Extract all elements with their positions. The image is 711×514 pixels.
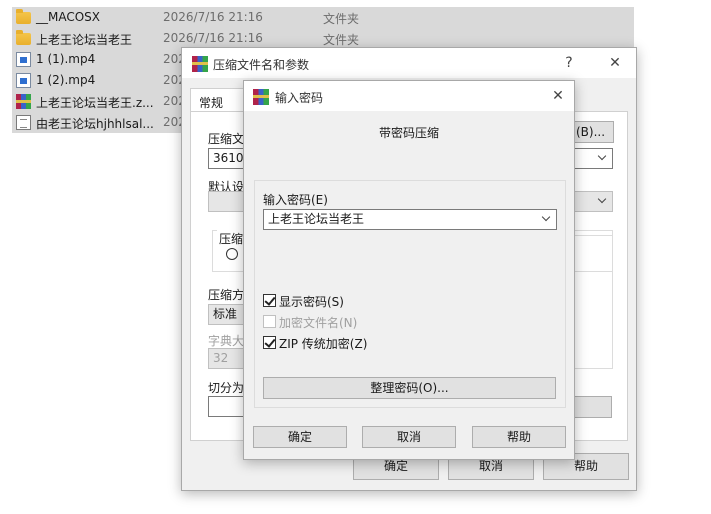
zip-legacy-label: ZIP 传统加密(Z) [279, 337, 368, 351]
tab-general[interactable]: 常规 [190, 88, 250, 112]
file-name: 1 (1).mp4 [36, 52, 96, 66]
video-file-icon [16, 52, 31, 67]
chevron-down-icon[interactable] [540, 212, 552, 226]
file-row[interactable]: 上老王论坛当老王 2026/7/16 21:16 文件夹 [12, 28, 634, 49]
winrar-logo-icon [192, 56, 208, 72]
password-value: 上老王论坛当老王 [268, 212, 365, 226]
file-name: __MACOSX [36, 10, 101, 24]
password-label: 输入密码(E) [263, 193, 328, 207]
zip-legacy-checkbox[interactable] [263, 336, 276, 349]
method-label: 压缩方 [208, 288, 245, 302]
rar-archive-icon [16, 94, 31, 109]
file-date: 2026/7/16 21:16 [163, 10, 263, 24]
file-row[interactable]: __MACOSX 2026/7/16 21:16 文件夹 [12, 7, 634, 28]
method-value: 标准 [213, 307, 238, 321]
password-heading: 带密码压缩 [378, 126, 439, 140]
encrypt-filenames-checkbox [263, 315, 276, 328]
close-icon[interactable]: ✕ [543, 86, 573, 106]
chevron-down-icon [596, 194, 608, 208]
file-type: 文件夹 [323, 33, 360, 47]
encrypt-filenames-label: 加密文件名(N) [279, 316, 358, 330]
file-name: 由老王论坛hjhhlsal... [36, 117, 154, 131]
password-dialog: 输入密码 ✕ 带密码压缩 输入密码(E) 上老王论坛当老王 显示密码(S) 加密… [243, 80, 575, 460]
close-icon[interactable]: ✕ [600, 53, 630, 73]
password-ok-button[interactable]: 确定 [253, 426, 347, 448]
show-password-checkbox[interactable] [263, 294, 276, 307]
archive-name-label: 压缩文 [208, 132, 245, 146]
help-title-button[interactable]: ? [554, 53, 584, 73]
password-input[interactable]: 上老王论坛当老王 [263, 209, 557, 230]
archive-dialog-title: 压缩文件名和参数 [213, 58, 310, 72]
format-radio[interactable] [226, 248, 238, 260]
password-dialog-titlebar: 输入密码 ✕ [244, 81, 574, 111]
text-file-icon [16, 115, 31, 130]
dictionary-label: 字典大 [208, 334, 245, 348]
tab-general-label: 常规 [199, 96, 224, 110]
password-dialog-title: 输入密码 [275, 91, 324, 105]
video-file-icon [16, 73, 31, 88]
dictionary-value: 32 [213, 351, 229, 365]
folder-icon [16, 30, 31, 45]
archive-dialog-titlebar: 压缩文件名和参数 ? ✕ [182, 48, 636, 78]
chevron-down-icon [596, 151, 608, 165]
file-name: 上老王论坛当老王.z... [36, 96, 154, 110]
show-password-label: 显示密码(S) [279, 295, 344, 309]
file-name: 上老王论坛当老王 [36, 33, 133, 47]
password-help-button[interactable]: 帮助 [472, 426, 566, 448]
file-name: 1 (2).mp4 [36, 73, 96, 87]
file-date: 2026/7/16 21:16 [163, 31, 263, 45]
organize-passwords-button[interactable]: 整理密码(O)... [263, 377, 556, 399]
winrar-logo-icon [253, 89, 269, 105]
folder-icon [16, 9, 31, 24]
split-label: 切分为 [208, 381, 245, 395]
password-cancel-button[interactable]: 取消 [362, 426, 456, 448]
file-type: 文件夹 [323, 12, 360, 26]
